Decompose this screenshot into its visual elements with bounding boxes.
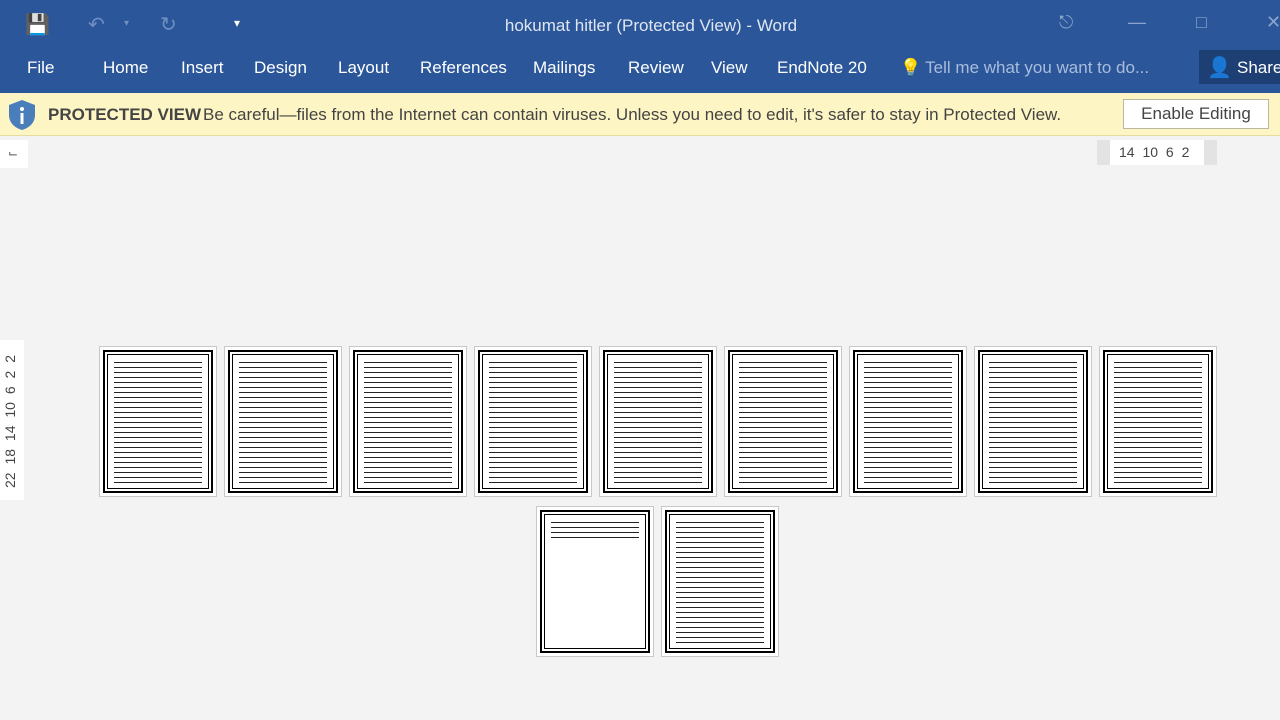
tell-me-text: Tell me what you want to do... <box>925 58 1150 77</box>
share-button[interactable]: 👤 Share <box>1199 50 1280 84</box>
window-title: hokumat hitler (Protected View) - Word <box>504 16 798 35</box>
page-text <box>614 360 702 483</box>
page-thumbnail[interactable] <box>99 346 217 497</box>
page-thumbnail[interactable] <box>974 346 1092 497</box>
page-text <box>239 360 327 483</box>
page-thumbnail[interactable] <box>349 346 467 497</box>
tab-layout[interactable]: Layout <box>338 58 389 78</box>
lightbulb-icon: 💡 <box>900 58 922 77</box>
vertical-ruler[interactable]: 22 18 14 10 6 2 2 <box>0 340 24 500</box>
page-thumbnail[interactable] <box>536 506 654 657</box>
page-thumbnail[interactable] <box>224 346 342 497</box>
protected-view-label: PROTECTED VIEW <box>48 105 202 124</box>
ruler-numbers: 14 10 6 2 <box>1110 140 1204 165</box>
tell-me-box[interactable]: 💡 Tell me what you want to do... <box>900 58 1149 78</box>
tab-endnote[interactable]: EndNote 20 <box>777 58 867 78</box>
page-text <box>114 360 202 483</box>
shield-info-icon <box>9 100 35 130</box>
protected-view-message: Be careful—files from the Internet can c… <box>203 105 1062 124</box>
tab-references[interactable]: References <box>420 58 507 78</box>
title-bar: 💾 ↶ ▾ ↻ ▾ hokumat hitler (Protected View… <box>0 0 1280 48</box>
page-text <box>489 360 577 483</box>
page-thumbnail[interactable] <box>849 346 967 497</box>
page-thumbnail[interactable] <box>661 506 779 657</box>
page-text <box>864 360 952 483</box>
tab-view[interactable]: View <box>711 58 748 78</box>
page-thumbnail[interactable] <box>1099 346 1217 497</box>
close-icon[interactable]: ✕ <box>1266 12 1280 33</box>
tab-design[interactable]: Design <box>254 58 307 78</box>
page-text <box>551 520 639 538</box>
tab-mailings[interactable]: Mailings <box>533 58 595 78</box>
page-text <box>676 520 764 643</box>
page-text <box>364 360 452 483</box>
protected-view-bar: PROTECTED VIEW Be careful—files from the… <box>0 93 1280 136</box>
tab-home[interactable]: Home <box>103 58 148 78</box>
enable-editing-button[interactable]: Enable Editing <box>1123 99 1269 129</box>
page-thumbnail[interactable] <box>599 346 717 497</box>
vertical-ruler-numbers: 22 18 14 10 6 2 2 <box>2 355 18 488</box>
ribbon-display-icon[interactable]: ⎋ <box>1059 12 1073 33</box>
tab-selector[interactable]: ⌙ <box>0 140 28 168</box>
tab-insert[interactable]: Insert <box>181 58 224 78</box>
page-thumbnail[interactable] <box>724 346 842 497</box>
maximize-icon[interactable]: □ <box>1196 12 1207 33</box>
minimize-icon[interactable]: — <box>1128 12 1146 33</box>
page-text <box>1114 360 1202 483</box>
ribbon-tabs: File Home Insert Design Layout Reference… <box>0 48 1280 93</box>
person-add-icon: 👤 <box>1207 57 1232 79</box>
tab-review[interactable]: Review <box>628 58 684 78</box>
page-text <box>989 360 1077 483</box>
page-thumbnail[interactable] <box>474 346 592 497</box>
tab-file[interactable]: File <box>27 58 54 78</box>
horizontal-ruler[interactable]: 14 10 6 2 <box>1097 140 1217 165</box>
share-label: Share <box>1237 58 1280 77</box>
page-text <box>739 360 827 483</box>
